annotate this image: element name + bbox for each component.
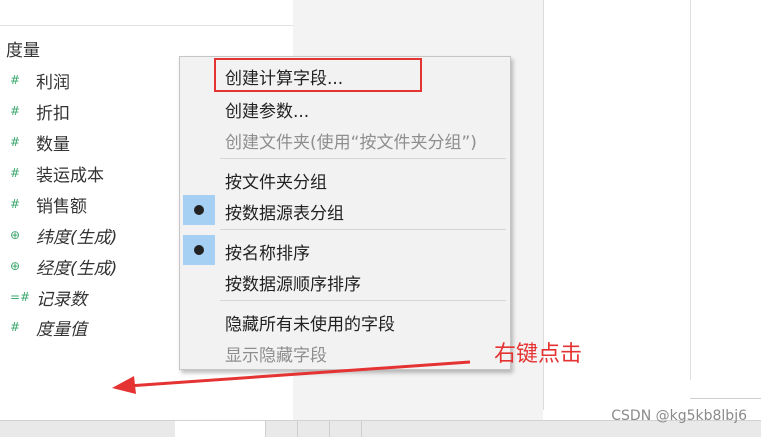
annotation-arrow (112, 360, 471, 394)
annotation-label: 右键点击 (494, 342, 583, 367)
